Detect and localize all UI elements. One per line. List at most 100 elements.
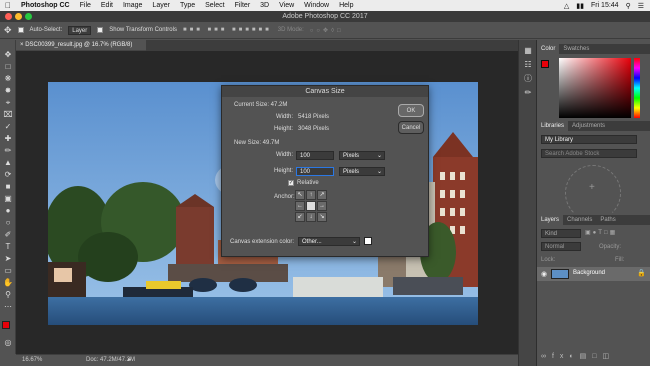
tab-libraries[interactable]: Libraries [537,121,569,131]
menu-edit[interactable]: Edit [96,2,118,9]
gradient-tool-icon[interactable]: ▣ [3,194,13,204]
tab-channels[interactable]: Channels [563,215,596,225]
panel-foreground-swatch[interactable] [541,60,549,68]
wifi-icon[interactable]: △ [564,2,569,10]
move-tool-icon[interactable]: ✥ [3,50,13,60]
menu-list-icon[interactable]: ☰ [638,2,644,10]
brush-tool-icon[interactable]: ✏ [3,146,13,156]
move-tool-icon[interactable]: ✥ [4,25,12,36]
crop-tool-icon[interactable]: ⌖ [3,98,13,108]
zoom-window-button[interactable] [25,13,32,20]
rectangle-tool-icon[interactable]: ▭ [3,266,13,276]
pen-tool-icon[interactable]: ✐ [3,230,13,240]
battery-icon[interactable]: ▮▮ [576,2,584,10]
search-icon[interactable]: ⚲ [626,2,631,10]
color-picker-field[interactable] [559,58,631,118]
add-icon[interactable]: + [589,182,595,193]
tab-layers[interactable]: Layers [537,215,564,225]
minimize-window-button[interactable] [15,13,22,20]
menu-filter[interactable]: Filter [230,2,256,9]
right-panels: Color Swatches Libraries Adjustments My … [536,40,650,366]
hand-tool-icon[interactable]: ✋ [3,278,13,288]
cancel-button[interactable]: Cancel [398,121,424,134]
tab-adjustments[interactable]: Adjustments [568,121,609,131]
menu-view[interactable]: View [274,2,299,9]
align-icons[interactable]: ■■■ ■■■ ■■■■■■ [183,27,272,33]
close-window-button[interactable] [5,13,12,20]
brushes-icon[interactable]: ✏ [523,88,533,98]
info-icon[interactable]: ⓘ [523,74,533,84]
library-select[interactable]: My Library [541,135,637,144]
path-select-tool-icon[interactable]: ➤ [3,254,13,264]
layer-name: Background [573,270,606,276]
type-tool-icon[interactable]: T [3,242,13,252]
blend-mode-select[interactable]: Normal [541,242,581,251]
quick-select-tool-icon[interactable]: ✸ [3,86,13,96]
quick-mask-icon[interactable]: ◎ [3,338,13,348]
menu-3d[interactable]: 3D [255,2,274,9]
foreground-color-swatch[interactable] [2,321,10,329]
anchor-top[interactable]: ↑ [306,190,316,200]
extension-color-swatch[interactable] [364,237,372,245]
ok-button[interactable]: OK [398,104,424,117]
blur-tool-icon[interactable]: ● [3,206,13,216]
layer-filter-icons[interactable]: ▣●T□▦ [585,229,617,236]
history-icon[interactable]: ▦ [523,46,533,56]
color-panel-tabs: Color Swatches [537,44,650,54]
visibility-eye-icon[interactable]: ◉ [541,270,547,278]
more-tools-icon[interactable]: ⋯ [3,302,13,312]
history-brush-tool-icon[interactable]: ⟳ [3,170,13,180]
menu-window[interactable]: Window [299,2,334,9]
frame-tool-icon[interactable]: ⌧ [3,110,13,120]
eyedropper-tool-icon[interactable]: ✓ [3,122,13,132]
healing-brush-tool-icon[interactable]: ✚ [3,134,13,144]
layer-row-background[interactable]: ◉ Background 🔒 [537,267,650,281]
anchor-right[interactable]: → [317,201,327,211]
height-unit-select[interactable]: Pixels ⌄ [339,167,385,176]
fill-label: Fill: [615,257,625,263]
hue-slider[interactable] [634,58,640,118]
width-unit-select[interactable]: Pixels ⌄ [339,151,385,160]
relative-checkbox[interactable]: ✓ [288,180,294,186]
tab-color[interactable]: Color [537,44,560,54]
anchor-bottom-left[interactable]: ↙ [295,212,305,222]
menu-help[interactable]: Help [334,2,358,9]
tab-swatches[interactable]: Swatches [559,44,593,54]
status-arrow-icon[interactable]: ▸ [128,355,131,366]
anchor-left[interactable]: ← [295,201,305,211]
menu-layer[interactable]: Layer [147,2,175,9]
properties-icon[interactable]: ☷ [523,60,533,70]
layers-footer-icons[interactable]: ∞fx◐▤□◫ [541,352,647,360]
document-tab[interactable]: × DSC00399_result.jpg @ 16.7% (RGB/8) [16,40,146,51]
clone-stamp-tool-icon[interactable]: ▲ [3,158,13,168]
lasso-tool-icon[interactable]: ❋ [3,74,13,84]
menu-photoshop[interactable]: Photoshop CC [16,2,75,9]
layer-filter-select[interactable]: Kind [541,229,581,238]
apple-icon[interactable]:  [0,1,16,10]
anchor-bottom-right[interactable]: ↘ [317,212,327,222]
clock[interactable]: Fri 15:44 [591,2,619,9]
height-input[interactable]: 100 [296,167,334,176]
width-input[interactable]: 100 [296,151,334,160]
tab-paths[interactable]: Paths [596,215,619,225]
dodge-tool-icon[interactable]: ○ [3,218,13,228]
3d-mode-icons[interactable]: ○○✥◊□ [310,27,344,34]
anchor-center[interactable] [306,201,316,211]
library-search-input[interactable]: Search Adobe Stock [541,149,637,158]
transform-controls-checkbox[interactable] [97,27,104,33]
anchor-top-left[interactable]: ↖ [295,190,305,200]
auto-select-checkbox[interactable] [17,27,24,33]
menu-file[interactable]: File [75,2,96,9]
close-tab-icon[interactable]: × [20,42,24,48]
anchor-bottom[interactable]: ↓ [306,212,316,222]
menu-type[interactable]: Type [175,2,200,9]
extension-color-select[interactable]: Other... ⌄ [298,237,360,246]
zoom-level[interactable]: 16.67% [22,355,42,366]
marquee-tool-icon[interactable]: □ [3,62,13,72]
menu-image[interactable]: Image [118,2,147,9]
anchor-top-right[interactable]: ↗ [317,190,327,200]
menu-select[interactable]: Select [200,2,229,9]
eraser-tool-icon[interactable]: ■ [3,182,13,192]
auto-select-dropdown[interactable]: Layer [68,25,92,35]
zoom-tool-icon[interactable]: ⚲ [3,290,13,300]
